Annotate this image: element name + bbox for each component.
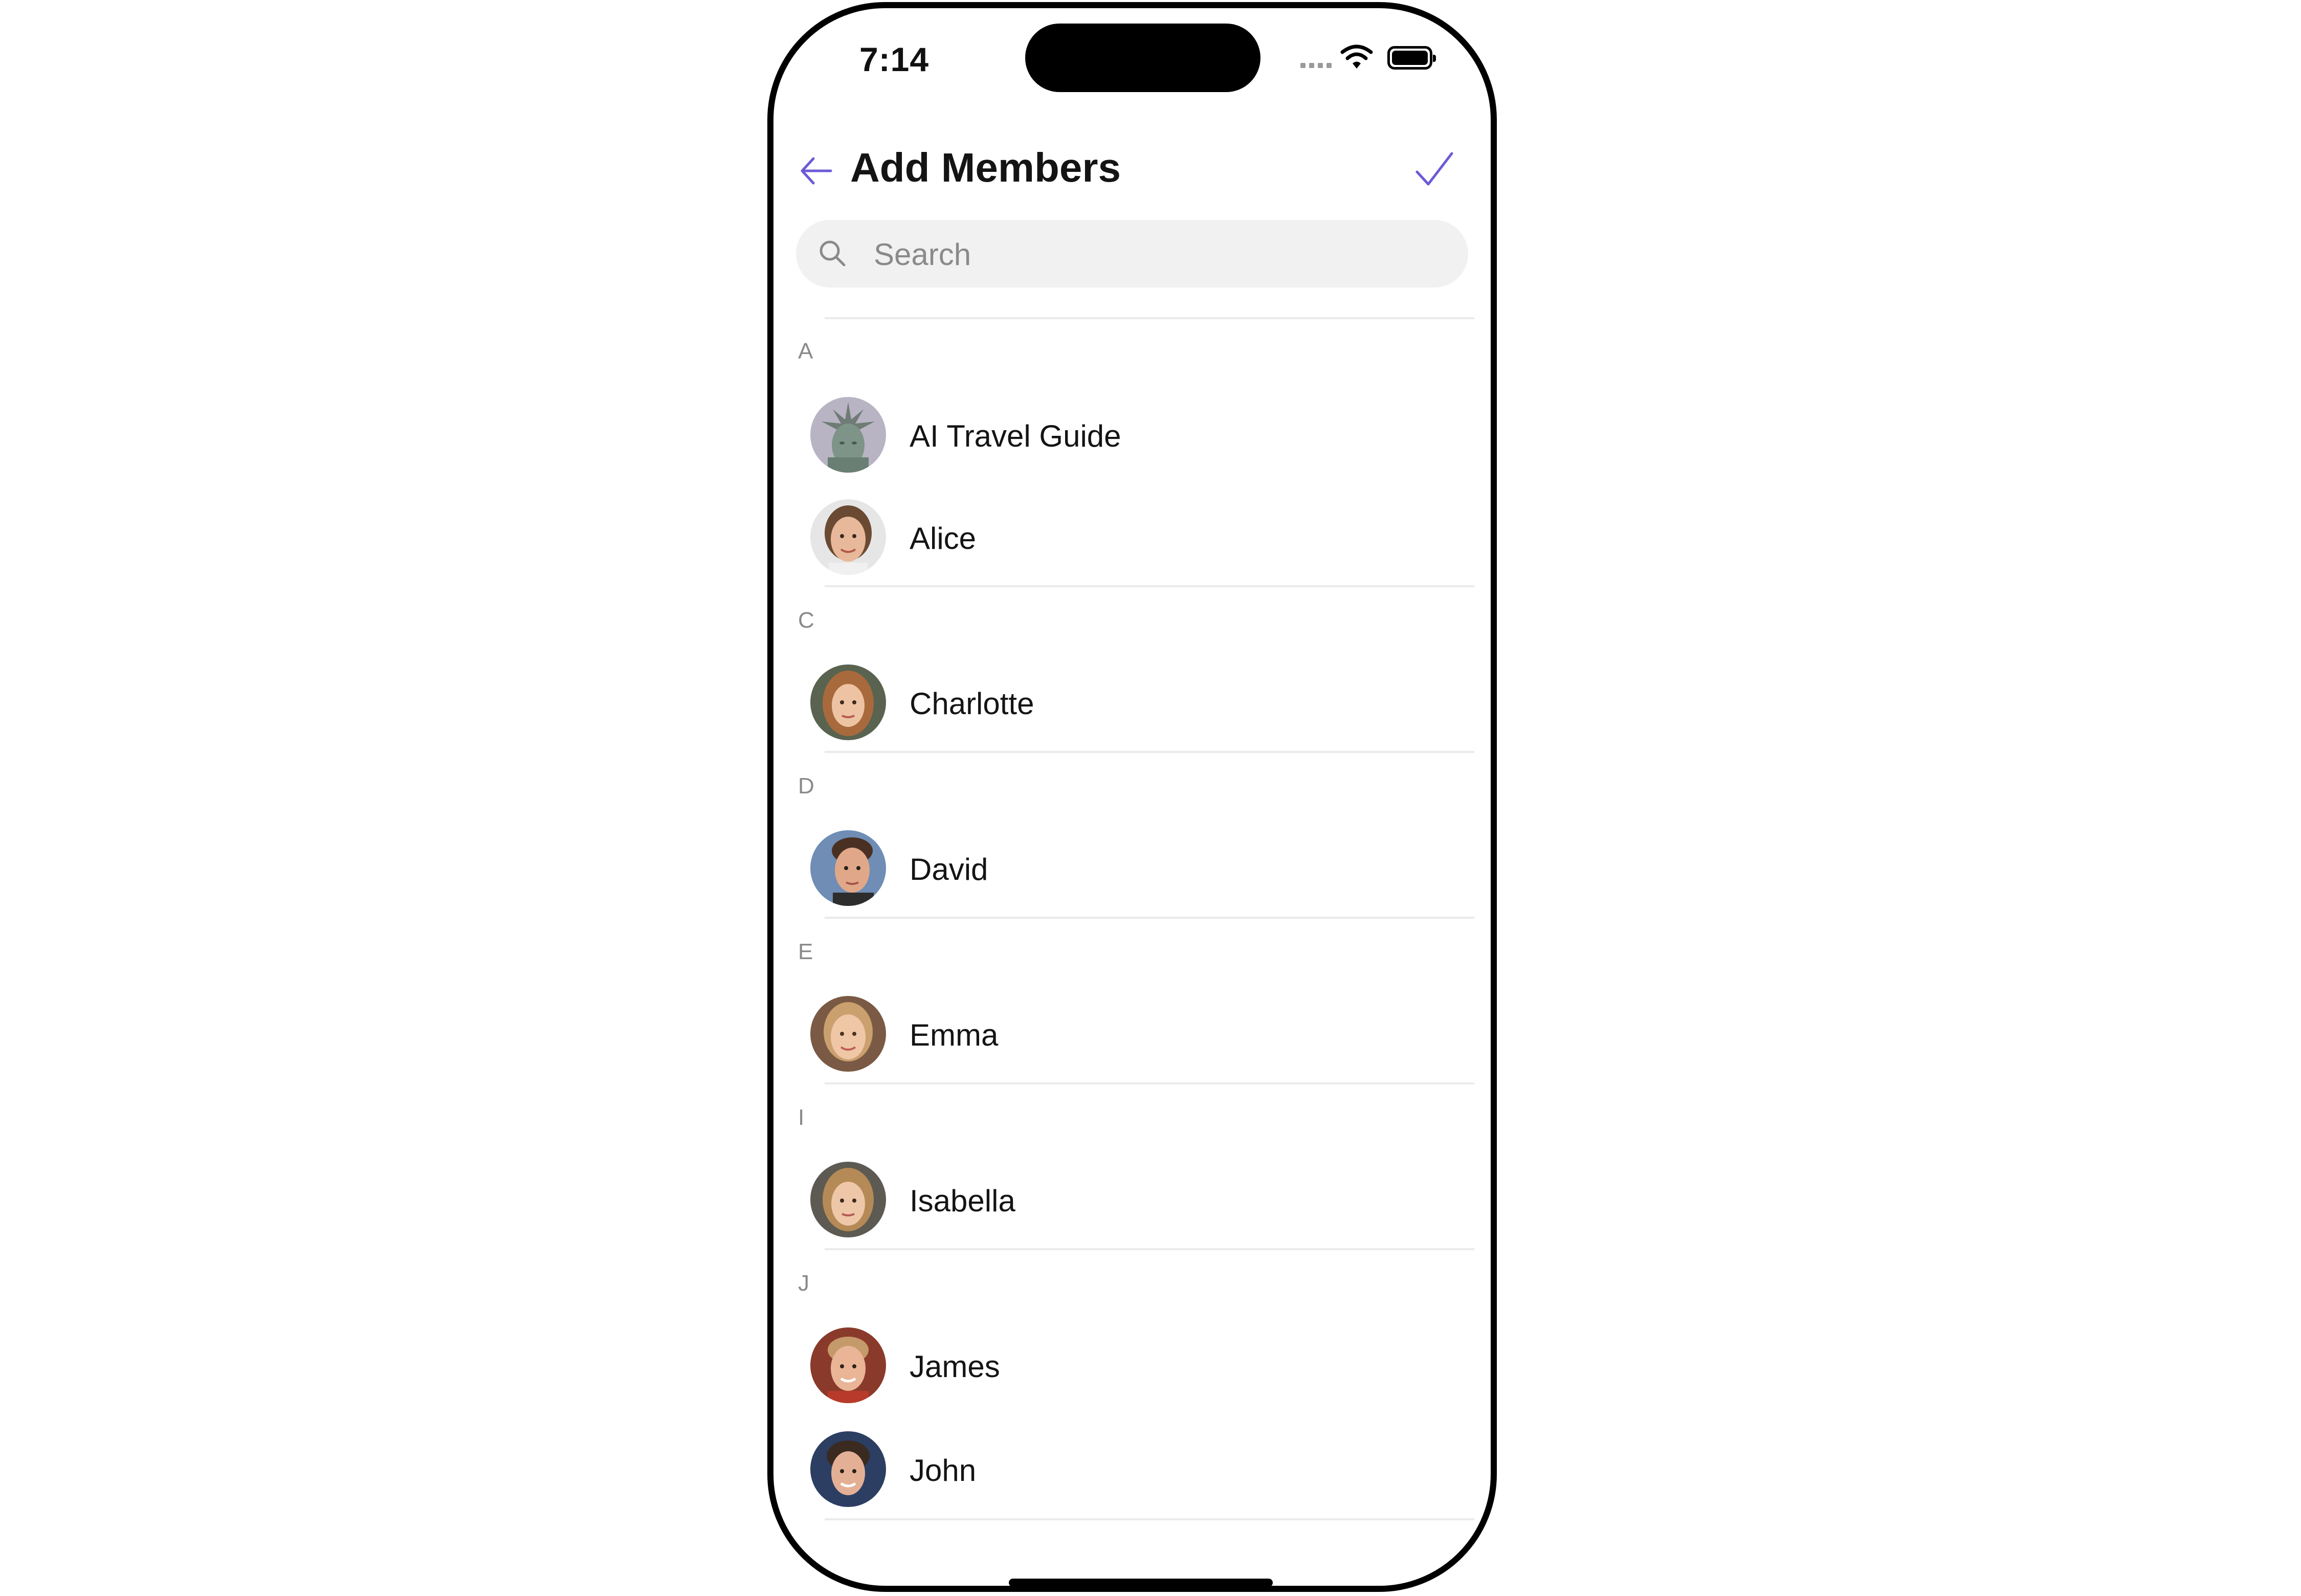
divider	[825, 917, 1474, 919]
section-header-e: E	[798, 939, 813, 964]
member-row-john[interactable]: John	[773, 1421, 1490, 1513]
battery-icon	[1387, 46, 1436, 70]
status-time: 7:14	[859, 40, 930, 78]
section-header-a: A	[798, 339, 813, 364]
cellular-signal-icon	[1300, 61, 1335, 71]
member-row-isabella[interactable]: Isabella	[773, 1151, 1490, 1244]
member-row-david[interactable]: David	[773, 820, 1490, 912]
wifi-icon	[1340, 45, 1373, 69]
member-name: David	[910, 852, 988, 886]
home-indicator	[1009, 1579, 1273, 1586]
search-bar[interactable]	[796, 220, 1468, 287]
member-name: Isabella	[910, 1184, 1015, 1218]
member-row-james[interactable]: James	[773, 1317, 1490, 1409]
divider	[825, 585, 1474, 587]
divider	[825, 1082, 1474, 1084]
section-header-i: I	[798, 1105, 805, 1130]
divider	[825, 317, 1474, 319]
avatar	[810, 499, 886, 575]
member-name: AI Travel Guide	[910, 419, 1121, 453]
page-title: Add Members	[850, 145, 1121, 190]
avatar	[810, 1162, 886, 1237]
member-name: James	[910, 1349, 1000, 1384]
member-name: Emma	[910, 1018, 999, 1052]
phone-frame: 7:14 Add Members A	[767, 2, 1497, 1592]
search-input[interactable]	[873, 230, 1437, 278]
divider	[825, 1248, 1474, 1250]
section-header-j: J	[798, 1271, 809, 1296]
member-name: Charlotte	[910, 686, 1034, 721]
avatar	[810, 1431, 886, 1507]
avatar	[810, 664, 886, 740]
member-row-emma[interactable]: Emma	[773, 986, 1490, 1078]
confirm-check-icon[interactable]	[1414, 148, 1455, 189]
divider	[825, 751, 1474, 753]
dynamic-island	[1025, 24, 1260, 92]
member-row-ai-travel-guide[interactable]: AI Travel Guide	[773, 387, 1490, 479]
member-row-charlotte[interactable]: Charlotte	[773, 654, 1490, 746]
section-header-c: C	[798, 608, 814, 633]
avatar	[810, 397, 886, 473]
member-row-alice[interactable]: Alice	[773, 489, 1490, 581]
divider	[825, 1518, 1474, 1520]
member-name: Alice	[910, 521, 977, 556]
search-icon	[820, 240, 846, 267]
avatar	[810, 1327, 886, 1403]
avatar	[810, 996, 886, 1072]
section-header-d: D	[798, 773, 814, 799]
back-arrow-icon[interactable]	[797, 151, 836, 190]
avatar	[810, 830, 886, 906]
member-name: John	[910, 1453, 977, 1488]
